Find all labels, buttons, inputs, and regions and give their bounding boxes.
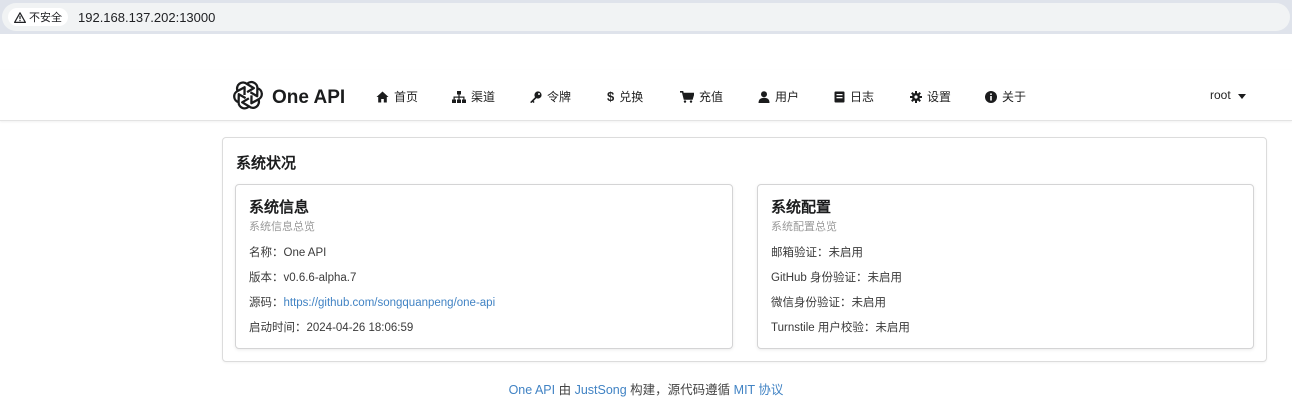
system-status-card: 系统状况 系统信息 系统信息总览 名称：One API 版本：v0.6.6-al… xyxy=(222,137,1267,362)
footer-project-link[interactable]: One API xyxy=(509,383,556,397)
openai-logo-icon xyxy=(230,79,264,116)
gear-icon xyxy=(910,90,922,103)
username-label: root xyxy=(1210,88,1231,102)
footer-author-link[interactable]: JustSong xyxy=(575,383,627,397)
nav-item-settings[interactable]: 设置 xyxy=(910,88,951,105)
nav-label-home: 首页 xyxy=(394,90,419,104)
home-icon xyxy=(376,91,389,103)
key-icon xyxy=(529,90,542,103)
info-name-row: 名称：One API xyxy=(249,244,326,260)
config-turnstile-row: Turnstile 用户校验：未启用 xyxy=(771,322,910,334)
system-config-title: 系统配置 xyxy=(771,199,832,216)
dollar-icon: $ xyxy=(607,89,615,104)
info-version-label: 版本： xyxy=(249,272,284,284)
user-dropdown[interactable]: root xyxy=(1210,88,1246,102)
info-version-row: 版本：v0.6.6-alpha.7 xyxy=(249,269,356,285)
nav-item-tokens[interactable]: 令牌 xyxy=(529,88,571,105)
footer-by-text: 由 xyxy=(555,383,575,397)
config-email-row: 邮箱验证：未启用 xyxy=(771,247,863,259)
nav-label-users: 用户 xyxy=(775,90,800,104)
nav-item-about[interactable]: 关于 xyxy=(985,88,1026,105)
nav-item-home[interactable]: 首页 xyxy=(376,88,418,105)
book-icon xyxy=(834,91,845,103)
nav-label-logs: 日志 xyxy=(850,90,875,104)
security-indicator[interactable]: 不安全 xyxy=(8,8,68,26)
system-config-card: 系统配置 系统配置总览 邮箱验证：未启用 GitHub 身份验证：未启用 微信身… xyxy=(757,184,1254,349)
nav-label-settings: 设置 xyxy=(927,90,952,104)
cart-icon xyxy=(680,90,694,103)
brand-title: One API xyxy=(272,86,346,108)
user-icon xyxy=(758,90,770,103)
info-icon xyxy=(985,90,997,103)
brand-logo-link[interactable]: One API xyxy=(230,79,345,116)
address-bar[interactable]: 不安全 192.168.137.202:13000 xyxy=(2,3,1290,31)
nav-item-users[interactable]: 用户 xyxy=(758,88,799,105)
footer: One API 由 JustSong 构建，源代码遵循 MIT 协议 xyxy=(0,379,1292,398)
info-source-label: 源码： xyxy=(249,297,284,309)
system-info-card: 系统信息 系统信息总览 名称：One API 版本：v0.6.6-alpha.7… xyxy=(235,184,733,349)
browser-toolbar: 不安全 192.168.137.202:13000 xyxy=(0,0,1292,34)
footer-license-link[interactable]: MIT 协议 xyxy=(734,383,784,397)
nav-label-tokens: 令牌 xyxy=(547,90,572,104)
nav-label-about: 关于 xyxy=(1002,90,1027,104)
info-name-label: 名称： xyxy=(249,247,284,259)
system-info-subtitle: 系统信息总览 xyxy=(249,221,315,233)
info-started-value: 2024-04-26 18:06:59 xyxy=(306,322,414,334)
system-status-title: 系统状况 xyxy=(236,155,297,172)
info-version-value: v0.6.6-alpha.7 xyxy=(283,272,357,284)
security-label: 不安全 xyxy=(29,12,62,24)
info-started-label: 启动时间： xyxy=(249,322,307,334)
system-config-subtitle: 系统配置总览 xyxy=(771,221,837,233)
info-started-row: 启动时间：2024-04-26 18:06:59 xyxy=(249,319,413,335)
nav-item-redeem[interactable]: $ 兑换 xyxy=(607,88,643,105)
source-link[interactable]: https://github.com/songquanpeng/one-api xyxy=(284,297,496,309)
config-github-row: GitHub 身份验证：未启用 xyxy=(771,272,902,284)
nav-item-logs[interactable]: 日志 xyxy=(834,88,874,105)
nav-item-channels[interactable]: 渠道 xyxy=(452,88,495,105)
caret-down-icon xyxy=(1237,88,1246,102)
nav-item-topup[interactable]: 充值 xyxy=(680,88,723,105)
top-navigation: One API 首页 渠道 令牌 $ 兑换 充值 用户 日志 设置 关于 roo… xyxy=(0,70,1292,121)
nav-label-topup: 充值 xyxy=(699,90,724,104)
nav-label-redeem: 兑换 xyxy=(619,90,644,104)
nav-label-channels: 渠道 xyxy=(471,90,496,104)
info-name-value: One API xyxy=(283,247,327,259)
config-wechat-row: 微信身份验证：未启用 xyxy=(771,297,886,309)
footer-middle-text: 构建，源代码遵循 xyxy=(626,383,734,397)
url-text[interactable]: 192.168.137.202:13000 xyxy=(78,10,215,25)
warning-icon xyxy=(14,11,26,23)
info-source-row: 源码：https://github.com/songquanpeng/one-a… xyxy=(249,294,495,310)
sitemap-icon xyxy=(452,90,466,103)
system-info-title: 系统信息 xyxy=(249,199,310,216)
